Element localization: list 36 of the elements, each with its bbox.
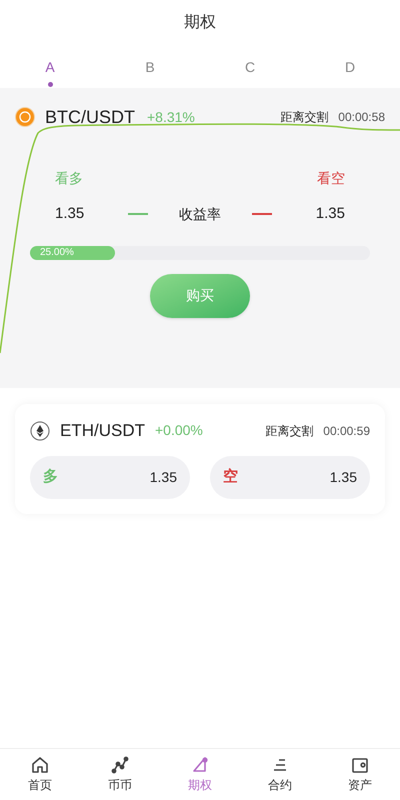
tab[interactable]: D [300,45,400,88]
nav-item[interactable]: 资产 [320,749,400,800]
wallet-icon [350,755,370,775]
rate-label: 收益率 [179,204,221,224]
long-button[interactable]: 多 1.35 [30,456,190,498]
short-rate: 1.35 [330,468,357,486]
long-label: 多 [43,466,58,487]
short-label: 空 [223,466,238,487]
long-label: 看多 [55,169,83,188]
price-change: +0.00% [155,421,203,440]
tab[interactable]: A [0,45,100,88]
countdown-time: 00:00:58 [338,109,385,126]
tab[interactable]: C [200,45,300,88]
short-rate: 1.35 [316,204,345,224]
long-rate: 1.35 [150,468,177,486]
tab[interactable]: B [100,45,200,88]
long-rate: 1.35 [55,204,84,224]
short-label: 看空 [317,169,345,188]
pair-name: ETH/USDT [60,420,145,442]
countdown-label: 距离交割 [280,109,328,126]
progress-reading: 25.00% [40,246,74,260]
home-icon [30,755,50,775]
nav-item[interactable]: 合约 [240,749,320,800]
nav-item[interactable]: 首页 [0,749,80,800]
triangle-icon [190,755,210,775]
countdown-time: 00:00:59 [323,422,370,440]
page-title: 期权 [184,12,216,32]
coin-icon [30,420,50,441]
price-change: +8.31% [147,108,195,126]
nav-item[interactable]: 期权 [160,749,240,800]
nav-item[interactable]: 币币 [80,749,160,800]
short-button[interactable]: 空 1.35 [210,456,370,498]
coin-icon [15,107,35,127]
line-chart-icon [110,755,130,775]
pair-name: BTC/USDT [45,106,135,128]
countdown-label: 距离交割 [265,422,314,440]
